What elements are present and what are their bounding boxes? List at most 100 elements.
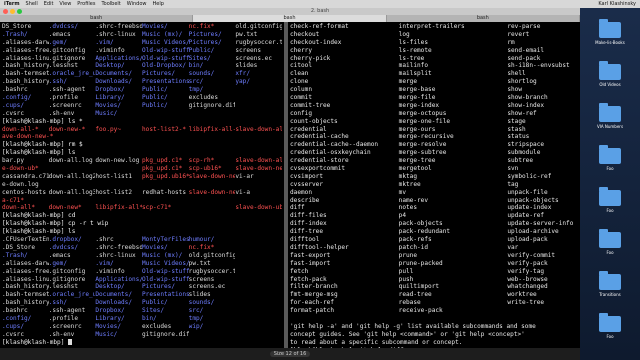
user-name[interactable]: Karl Klashinsky <box>598 1 636 7</box>
tab-1[interactable]: bash <box>0 15 194 22</box>
ls-row: .aliases-linux .gitignore Applications/Old… <box>2 55 282 63</box>
file-entry: Music Videos/ <box>142 259 189 267</box>
terminal-pane-right[interactable]: check-ref-format interpret-trailers rev-pa… <box>288 22 580 348</box>
cursor <box>68 338 73 345</box>
ls-row: .bash_history .lesshst Desktop/Pictures/sc… <box>2 283 282 291</box>
ls-row: .config/ .profile Library/bin/tmp/ <box>2 315 282 323</box>
file-entry: MontyTerFiles/ <box>142 236 189 244</box>
tab-3[interactable]: bash <box>387 15 580 22</box>
file-entry: Desktop/ <box>95 283 125 291</box>
file-entry: .ssh/ <box>48 78 67 86</box>
window-titlebar[interactable]: 2. bash <box>0 8 640 15</box>
file-entry: DS_Store <box>2 23 32 30</box>
file-entry: .bash_history <box>2 283 49 291</box>
file-entry: gitignore.diff <box>142 330 189 338</box>
git-command-row: credential-store merge-tree subtree <box>290 157 578 165</box>
git-command: log <box>398 30 410 38</box>
file-entry: Music (mx)/ <box>142 251 183 259</box>
git-command: pack-redundant <box>398 228 451 236</box>
git-command: fmt-merge-msg <box>290 291 338 299</box>
file-entry <box>235 268 282 276</box>
ls-row: bar.py down-all.log down-new.log pkg_upd.c1… <box>2 157 282 165</box>
desktop-folder-icon[interactable]: Transitions <box>594 271 626 297</box>
file-entry: scp-rh* <box>188 157 215 165</box>
menu-edit[interactable]: Edit <box>44 1 54 7</box>
ls-row: .DS_Store .dvdcss/ .shrc-freebsd Movies/nc.… <box>2 244 282 252</box>
git-command: verify-tag <box>507 267 545 275</box>
folder-icon <box>599 19 621 38</box>
file-entry: humour/ <box>188 236 215 244</box>
menu-profiles[interactable]: Profiles <box>77 1 95 7</box>
file-entry: Movies/ <box>95 322 122 330</box>
git-command: push <box>398 275 414 283</box>
menu-window[interactable]: Window <box>127 1 147 7</box>
file-entry: Public/ <box>188 46 215 54</box>
desktop-folder-icon[interactable]: Old Videos <box>594 61 626 87</box>
folder-label: VIA Numbers <box>596 124 624 129</box>
file-entry: Library/ <box>95 314 125 322</box>
file-entry: .bash-termset <box>2 291 49 299</box>
git-command: cherry-pick <box>290 54 331 62</box>
app-menu[interactable]: iTerm <box>4 1 20 7</box>
menu-help[interactable]: Help <box>152 1 163 7</box>
desktop-folder-icon[interactable]: VIA Numbers <box>594 103 626 129</box>
git-command: mailinfo <box>398 62 429 70</box>
file-entry: e-down-ub* <box>2 165 39 173</box>
close-icon[interactable] <box>3 9 8 14</box>
minimize-icon[interactable] <box>10 9 15 14</box>
file-entry: scp-c71* <box>142 204 172 212</box>
file-entry: .aliases-linux <box>2 54 49 62</box>
git-command-row: citool mailinfo sh-i18n--envsubst <box>290 62 578 70</box>
git-command: checkout-index <box>290 38 342 46</box>
file-entry: .bashrc <box>2 86 28 94</box>
terminal-line: 'git help -a' and 'git help -g' list ava… <box>290 322 536 330</box>
git-command-row: credential-osxkeychain merge-subtree submo… <box>290 149 578 157</box>
file-entry <box>235 252 282 260</box>
git-command: fetch <box>290 267 309 275</box>
status-text: Size 12 of 16 <box>269 351 311 357</box>
file-entry: Music Videos/ <box>142 38 189 46</box>
git-command-row: commit merge-file show-branch <box>290 94 578 102</box>
git-command-row: config merge-octopus show-ref <box>290 110 578 118</box>
menu-toolbelt[interactable]: Toolbelt <box>101 1 120 7</box>
file-entry: vi-a <box>235 188 251 196</box>
desktop-folder-icon[interactable]: Foo <box>594 313 626 339</box>
git-command: diff-tree <box>290 228 324 236</box>
file-entry: Sites/ <box>142 307 165 315</box>
file-entry <box>142 181 189 189</box>
git-command: diff-files <box>290 212 327 220</box>
tab-2[interactable]: bash <box>193 15 387 22</box>
desktop-folder-icon[interactable]: Foo <box>594 145 626 171</box>
folder-label: Foo <box>606 208 614 213</box>
ls-row: .bashrc .ssh-agent Dropbox/Public/tmp/ <box>2 86 282 94</box>
file-entry: bin/ <box>142 314 157 322</box>
file-entry: .Trash/ <box>2 30 28 38</box>
git-command-row: filter-branch quiltimport whatchanged <box>290 283 578 291</box>
file-entry: src/ <box>188 307 204 315</box>
git-command: worktree <box>507 291 537 299</box>
file-entry: slave-down-new* <box>188 188 236 196</box>
tab-bar: bash bash bash <box>0 15 580 22</box>
desktop-folder-icon[interactable]: Foo <box>594 187 626 213</box>
menu-view[interactable]: View <box>59 1 71 7</box>
git-command-row: diff notes update-index <box>290 204 578 212</box>
git-command-row: format-patch receive-pack <box>290 307 578 315</box>
menu-shell[interactable]: Shell <box>26 1 38 7</box>
git-command-row: checkout-index ls-files rm <box>290 39 578 47</box>
file-entry: .config/ <box>2 314 32 322</box>
terminal-line: [klash@klash-mbp] rm $ <box>2 141 83 149</box>
zoom-icon[interactable] <box>17 9 22 14</box>
file-entry: .profile <box>48 94 79 102</box>
file-entry: .vim/ <box>95 259 114 267</box>
file-entry: Applications/ <box>95 275 142 283</box>
file-entry <box>235 102 282 110</box>
file-entry: old.gitconfig <box>235 23 282 30</box>
desktop-folder-icon[interactable]: Make-lis-Books <box>594 19 626 45</box>
file-entry <box>235 260 282 268</box>
terminal-pane-left[interactable]: DS_Store .dvdcss/.shrc-freebsd Movies/nc.f… <box>0 22 284 348</box>
git-command: shell <box>507 70 526 78</box>
git-command: pack-refs <box>398 236 432 244</box>
desktop-folder-icon[interactable]: Foo <box>594 229 626 255</box>
file-entry: slave-down-all-* <box>235 125 282 133</box>
